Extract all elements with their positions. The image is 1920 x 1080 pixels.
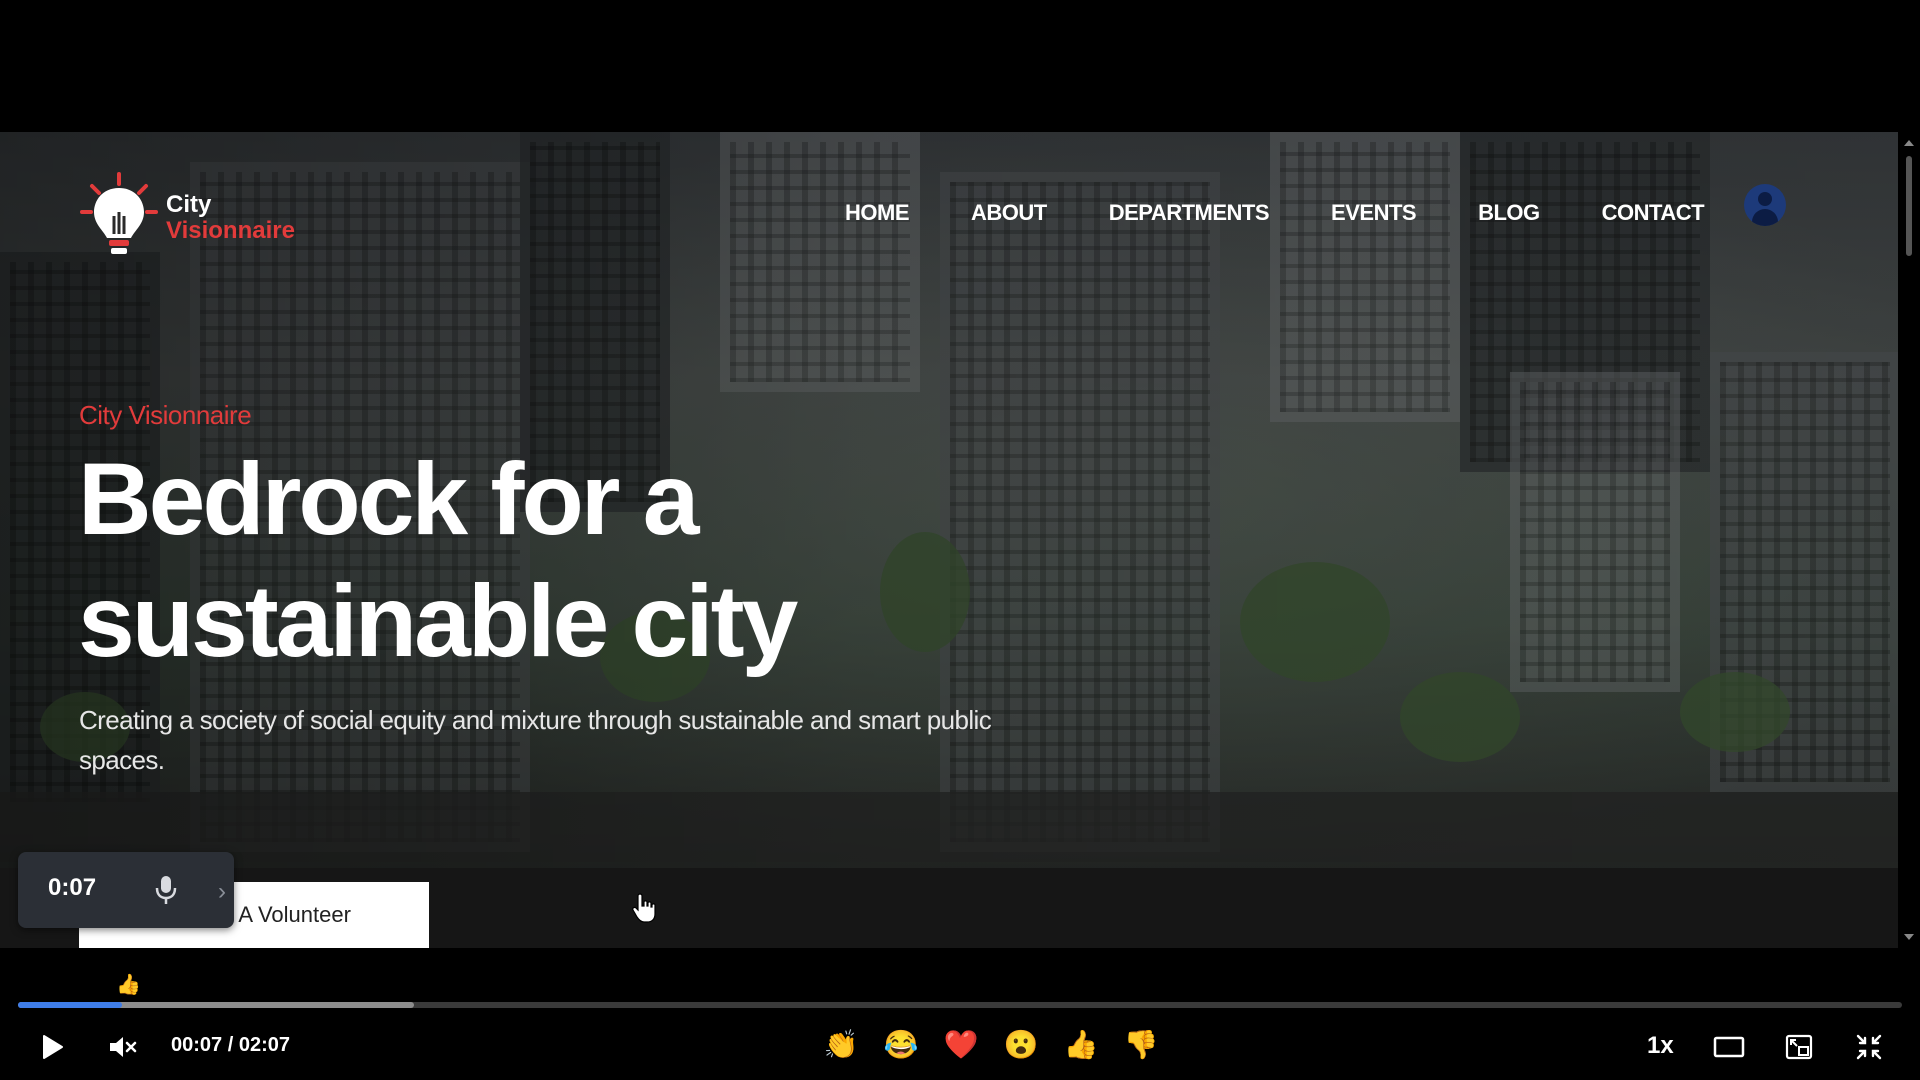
thumbs-down-reaction-icon[interactable]: 👎 [1122,1028,1160,1061]
hero-title-line1: Bedrock for a [78,442,700,556]
website-preview: City Visionnaire HOME ABOUT DEPARTMENTS … [0,132,1898,948]
progress-bar[interactable] [18,1002,1902,1008]
play-button[interactable] [38,1030,68,1064]
progress-played [18,1002,122,1008]
hero-eyebrow: City Visionnaire [79,400,252,430]
microphone-icon[interactable] [154,874,178,906]
site-logo[interactable]: City Visionnaire [78,172,295,264]
nav-home[interactable]: HOME [845,200,910,226]
laugh-reaction-icon[interactable]: 😂 [882,1028,920,1061]
nav-blog[interactable]: BLOG [1478,200,1540,226]
scrollbar-thumb[interactable] [1906,156,1912,256]
time-readout: 00:07 / 02:07 [171,1034,290,1056]
exit-fullscreen-icon [1856,1034,1882,1060]
clap-reaction-icon[interactable]: 👏 [822,1028,860,1061]
website-scrollbar[interactable] [1898,132,1920,948]
theater-mode-icon [1713,1036,1745,1058]
hero-title-line2: sustainable city [78,564,798,678]
hero-title: Bedrock for a sustainable city [78,438,978,682]
logo-text-city: City [166,191,212,218]
nav-events[interactable]: EVENTS [1331,200,1417,226]
recording-time: 0:07 [48,874,97,901]
logo-text-visionnaire: Visionnaire [166,217,295,244]
chevron-right-icon[interactable]: › [218,878,226,906]
playback-speed-button[interactable]: 1x [1647,1032,1674,1060]
exit-fullscreen-button[interactable] [1852,1030,1886,1064]
hand-cursor-icon [632,892,656,924]
reaction-bar: 👏 😂 ❤️ 😮 👍 👎 [822,1028,1160,1061]
surprised-reaction-icon[interactable]: 😮 [1002,1028,1040,1061]
play-icon [43,1035,63,1059]
main-nav: HOME ABOUT DEPARTMENTS EVENTS BLOG CONTA… [845,200,1705,226]
lightbulb-logo-icon [78,172,160,264]
nav-contact[interactable]: CONTACT [1602,200,1705,226]
thumbs-up-reaction-icon[interactable]: 👍 [1062,1028,1100,1061]
heart-reaction-icon[interactable]: ❤️ [942,1028,980,1061]
video-player[interactable]: City Visionnaire HOME ABOUT DEPARTMENTS … [0,0,1920,1080]
recording-indicator[interactable]: 0:07 › [18,852,234,928]
volume-muted-icon [110,1037,137,1057]
floating-reaction: 👍 [116,974,141,996]
picture-in-picture-icon [1785,1034,1813,1060]
user-avatar-icon[interactable] [1744,184,1786,226]
theater-mode-button[interactable] [1712,1030,1746,1064]
mute-button[interactable] [106,1030,140,1064]
nav-about[interactable]: ABOUT [971,200,1047,226]
picture-in-picture-button[interactable] [1782,1030,1816,1064]
hero-subtitle: Creating a society of social equity and … [79,705,992,775]
nav-departments[interactable]: DEPARTMENTS [1109,200,1270,226]
